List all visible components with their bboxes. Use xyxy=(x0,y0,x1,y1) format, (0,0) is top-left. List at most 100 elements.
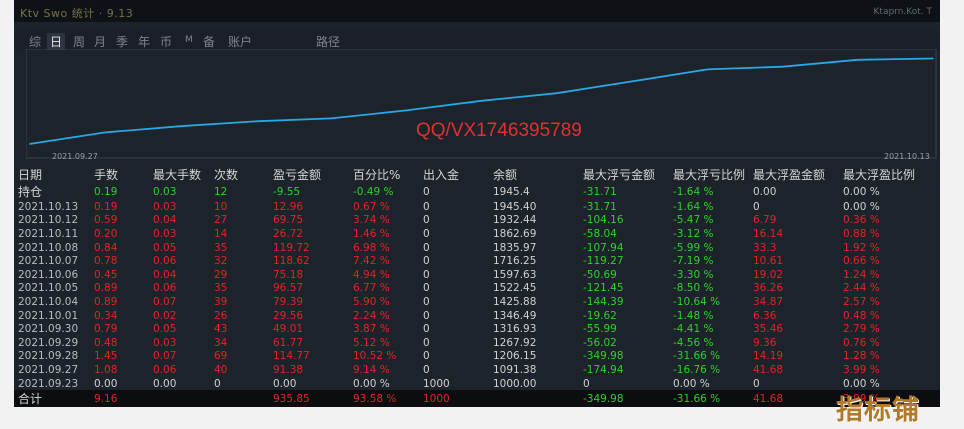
table-cell: 1862.69 xyxy=(493,227,537,240)
table-cell: -10.64 % xyxy=(673,295,721,308)
table-cell: -31.71 xyxy=(583,200,617,213)
table-cell: 6.77 % xyxy=(353,282,390,295)
table-cell: 34 xyxy=(214,336,228,349)
table-cell: -31.71 xyxy=(583,185,617,198)
tab-account[interactable]: 账户 xyxy=(228,33,252,50)
table-row[interactable]: 2021.10.04 0.89 0.07 39 79.39 5.90 % 0 1425.88 -… xyxy=(14,295,940,309)
equity-point xyxy=(255,120,257,123)
col-header: 次数 xyxy=(214,168,239,182)
table-row[interactable]: 2021.09.27 1.08 0.06 40 91.38 9.14 % 0 1091.38 -… xyxy=(14,363,940,377)
table-cell: 0.20 xyxy=(94,227,118,240)
table-cell: 10.52 % xyxy=(353,350,397,363)
table-cell: -121.45 xyxy=(583,282,624,295)
table-cell: 1945.4 xyxy=(493,185,530,198)
table-row[interactable]: 2021.09.23 0.00 0.00 0 0.00 0.00 % 1000 1000.00… xyxy=(14,377,940,391)
watermark-contact: QQ/VX1746395789 xyxy=(416,120,582,141)
table-cell xyxy=(214,390,273,408)
table-cell: 0.03 xyxy=(153,336,177,349)
table-cell: 6.79 xyxy=(753,214,777,227)
equity-point xyxy=(330,117,332,120)
table-cell: 0 xyxy=(753,200,760,213)
table-cell: 2021.09.23 xyxy=(18,377,79,390)
table-row[interactable]: 2021.10.12 0.59 0.04 27 69.75 3.74 % 0 1932.44 -… xyxy=(14,214,940,228)
table-cell: -1.48 % xyxy=(673,309,714,322)
table-cell: 0.05 xyxy=(153,323,177,336)
table-row[interactable]: 2021.09.28 1.45 0.07 69 114.77 10.52 % 0 1206.1… xyxy=(14,350,940,364)
col-header: 日期 xyxy=(18,168,43,182)
table-cell: 9.36 xyxy=(753,336,777,349)
table-cell: 32 xyxy=(214,255,228,268)
equity-point xyxy=(179,125,182,127)
table-row[interactable]: 2021.10.06 0.45 0.04 29 75.18 4.94 % 0 1597.63 -… xyxy=(14,268,940,282)
table-row[interactable]: 2021.10.01 0.34 0.02 26 29.56 2.24 % 0 1346.49 -… xyxy=(14,309,940,323)
title-corner-text: Ktaprn.Kot. T xyxy=(873,7,932,17)
equity-point xyxy=(932,57,934,60)
table-cell: 35 xyxy=(214,241,228,254)
table-row[interactable]: 2021.10.05 0.89 0.06 35 96.57 6.77 % 0 1522.45 -… xyxy=(14,282,940,296)
table-cell: 14.19 xyxy=(753,350,784,363)
col-header: 最大浮亏比例 xyxy=(673,168,746,182)
table-row[interactable]: 2021.10.08 0.84 0.05 35 119.72 6.98 % 0 1835.97… xyxy=(14,241,940,255)
table-cell: 0 xyxy=(423,350,430,363)
table-cell: 96.57 xyxy=(273,282,304,295)
table-cell: 41.68 xyxy=(753,390,843,408)
equity-point xyxy=(631,80,633,83)
table-cell: 2.44 % xyxy=(843,282,880,295)
table-cell: -16.76 % xyxy=(673,363,721,376)
table-cell: 91.38 xyxy=(273,363,304,376)
table-cell: -9.55 xyxy=(273,185,301,198)
col-header: 出入金 xyxy=(423,168,460,182)
tab-path[interactable]: 路径 xyxy=(316,33,340,50)
table-cell: 6.36 xyxy=(753,309,777,322)
table-cell: 118.62 xyxy=(273,255,310,268)
table-cell: 93.58 % xyxy=(353,390,423,408)
table-cell: -107.94 xyxy=(583,241,624,254)
table-cell: 0.06 xyxy=(153,255,177,268)
table-header-row: 日期 手数 最大手数 次数 盈亏金额 百分比% 出入金 余额 最大浮亏金额 最大… xyxy=(14,166,940,183)
chart-start-date: 2021.09.27 xyxy=(52,152,98,161)
table-row[interactable]: 2021.10.11 0.20 0.03 14 26.72 1.46 % 0 1862.69 -… xyxy=(14,227,940,241)
tab-month[interactable]: 月 xyxy=(94,33,106,50)
total-row[interactable]: 合计 9.16 935.85 93.58 % 1000 -349.98 -31.66 % 41… xyxy=(14,390,940,408)
tab-m[interactable]: M xyxy=(185,35,193,45)
table-cell: 0.00 % xyxy=(843,185,880,198)
tab-year[interactable]: 年 xyxy=(138,33,150,50)
table-cell: 69 xyxy=(214,350,228,363)
table-row[interactable]: 2021.10.07 0.78 0.06 32 118.62 7.42 % 0 1716.25… xyxy=(14,254,940,268)
equity-chart xyxy=(26,49,937,159)
table-cell: 2021.10.13 xyxy=(18,200,79,213)
table-row[interactable]: 2021.10.13 0.19 0.03 10 12.96 0.67 % 0 1945.40 -… xyxy=(14,200,940,214)
equity-point xyxy=(781,65,784,68)
table-cell: 0 xyxy=(423,214,430,227)
table-cell: 41.68 xyxy=(753,363,784,376)
tab-quarter[interactable]: 季 xyxy=(116,33,128,50)
table-cell: 3.99 % xyxy=(843,363,880,376)
daily-stats-table: 日期 手数 最大手数 次数 盈亏金额 百分比% 出入金 余额 最大浮亏金额 最大… xyxy=(14,166,940,408)
table-cell: -55.99 xyxy=(583,323,617,336)
tab-summary[interactable]: 综 xyxy=(29,33,41,50)
table-cell: -174.94 xyxy=(583,363,624,376)
table-cell: 2021.09.29 xyxy=(18,336,79,349)
table-cell: 0 xyxy=(423,185,430,198)
table-cell: 2.57 % xyxy=(843,295,880,308)
table-cell: -3.12 % xyxy=(673,227,714,240)
holding-row[interactable]: 持仓 0.19 0.03 12 -9.55 -0.49 % 0 1945.4 -31.71 -1.… xyxy=(14,183,940,200)
table-cell: 0.79 xyxy=(94,323,118,336)
table-cell: 1945.40 xyxy=(493,200,537,213)
table-cell: 0.03 xyxy=(153,200,177,213)
table-cell: 0.00 % xyxy=(843,200,880,213)
tab-day[interactable]: 日 xyxy=(47,33,66,50)
col-header: 最大手数 xyxy=(153,168,202,182)
table-row[interactable]: 2021.09.29 0.48 0.03 34 61.77 5.12 % 0 1267.92 -… xyxy=(14,336,940,350)
table-cell: 2.79 % xyxy=(843,323,880,336)
table-cell: 61.77 xyxy=(273,336,304,349)
table-cell: -4.56 % xyxy=(673,336,714,349)
tab-currency[interactable]: 币 xyxy=(160,33,172,50)
table-cell: 5.90 % xyxy=(353,295,390,308)
tab-notes[interactable]: 备 xyxy=(203,33,215,50)
table-cell: 0 xyxy=(423,268,430,281)
table-cell: 10 xyxy=(214,200,228,213)
table-row[interactable]: 2021.09.30 0.79 0.05 43 49.01 3.87 % 0 1316.93 -… xyxy=(14,322,940,336)
tab-week[interactable]: 周 xyxy=(73,33,85,50)
table-cell: 0.00 % xyxy=(353,377,390,390)
